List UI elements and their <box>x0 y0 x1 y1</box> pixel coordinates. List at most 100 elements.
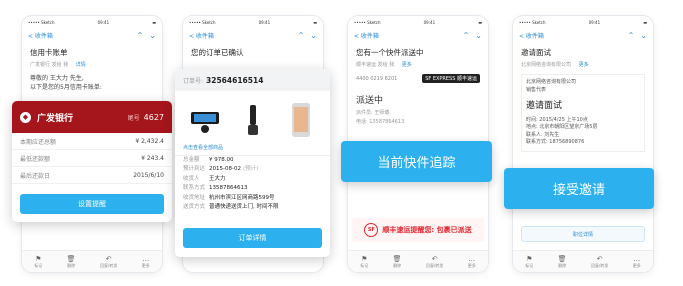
battery-icon: ▬ <box>152 19 156 25</box>
status-bar: ••••• Sketch 09:41 ▬ <box>354 19 482 25</box>
product-car-mount-image[interactable] <box>185 101 224 139</box>
back-to-inbox-button[interactable]: < 收件箱 <box>354 31 379 40</box>
tail-label: 尾号 <box>127 114 140 122</box>
track-express-button[interactable]: 当前快件追踪 <box>341 141 492 182</box>
delivery-status: 派送中 <box>356 96 384 106</box>
flag-icon: ⚑ <box>526 254 533 263</box>
trash-icon: 🗑 <box>392 254 402 263</box>
more-icon: … <box>468 254 476 263</box>
back-to-inbox-button[interactable]: < 收件箱 <box>28 31 53 40</box>
contact-person: 联系人: 刘先生 <box>526 131 560 138</box>
email-meta: 北京网络咨询有限公司 更多 <box>521 62 589 68</box>
courier-name: 派件员: 王师傅 <box>356 110 390 116</box>
sender: 广发银行 <box>30 62 51 68</box>
nav-bar: < 收件箱 ⌃ ⌄ <box>22 27 162 43</box>
order-field-arrival: 预计到达 2015-08-02 (预计) <box>183 166 259 173</box>
chevron-up-icon[interactable]: ⌃ <box>463 31 470 40</box>
chevron-down-icon[interactable]: ⌄ <box>149 31 156 40</box>
chevron-up-icon[interactable]: ⌃ <box>137 31 144 40</box>
tab-flag[interactable]: ⚑ 标记 <box>34 255 42 269</box>
carrier: ••••• Sketch <box>28 19 55 25</box>
email-meta: 广发银行 发给 我 详情 <box>22 58 162 68</box>
tab-more[interactable]: … 更多 <box>468 255 476 269</box>
trash-icon: 🗑 <box>557 254 567 263</box>
battery-icon: ▬ <box>643 19 647 25</box>
product-thumbnails <box>175 91 330 139</box>
tab-reply[interactable]: ↶ 回复/转发 <box>591 255 608 269</box>
screenshot-stage: ••••• Sketch 09:41 ▬ < 收件箱 ⌃ ⌄ 信用卡账单 广发银… <box>0 0 683 286</box>
view-all-items-link[interactable]: 点击查看全部商品 <box>175 139 330 156</box>
tab-reply[interactable]: ↶ 回复/转发 <box>100 255 117 269</box>
invitation-letter: 北京网络咨询有限公司 销售代表 邀请面试 时间: 2015/4/25 上午10点… <box>521 74 645 152</box>
tab-more[interactable]: … 更多 <box>142 255 150 269</box>
contact-phone: 联系方式: 18756890876 <box>526 139 585 145</box>
order-detail-button[interactable]: 订单详情 <box>183 228 322 248</box>
tab-bar: ⚑ 标记 🗑 删除 ↶ 回复/转发 … 更多 <box>348 250 488 272</box>
chevron-down-icon[interactable]: ⌄ <box>640 31 647 40</box>
job-detail-button[interactable]: 职位详情 <box>521 226 645 242</box>
more-link[interactable]: 更多 <box>402 62 412 68</box>
promo-banner[interactable]: SF 顺丰速运提醒您: 包裹已派送 <box>352 218 484 242</box>
tab-flag[interactable]: ⚑ 标记 <box>525 255 533 269</box>
bank-bill-card: ◆ 广发银行 尾号 4627 本期应还总额 ¥ 2,432.4 最低还款额 ¥ … <box>12 101 172 222</box>
more-icon: … <box>633 254 641 263</box>
intro: 以下是您的5月信用卡账单: <box>30 84 102 91</box>
flag-icon: ⚑ <box>361 254 368 263</box>
tab-reply[interactable]: ↶ 回复/转发 <box>426 255 443 269</box>
order-label: 订单号: <box>183 77 204 85</box>
tab-delete[interactable]: 🗑 删除 <box>393 255 402 269</box>
reply-icon: ↶ <box>596 254 603 263</box>
tab-delete[interactable]: 🗑 删除 <box>558 255 567 269</box>
product-phone-image[interactable] <box>281 101 320 139</box>
email-subject: 邀请面试 <box>521 48 551 57</box>
order-field-receiver: 收货人 王大力 <box>183 175 226 182</box>
chevron-up-icon[interactable]: ⌃ <box>298 31 305 40</box>
trash-icon: 🗑 <box>66 254 76 263</box>
battery-icon: ▬ <box>478 19 482 25</box>
battery-icon: ▬ <box>313 19 317 25</box>
tab-more[interactable]: … 更多 <box>633 255 641 269</box>
product-tripod-image[interactable] <box>233 101 272 139</box>
order-field-shipping: 送货方式 普通快递送货上门, 时间不限 <box>183 204 279 211</box>
set-reminder-button[interactable]: 设置提醒 <box>20 194 164 214</box>
status-bar: ••••• Sketch 09:41 ▬ <box>22 17 162 27</box>
reply-icon: ↶ <box>431 254 438 263</box>
order-number: 32564616514 <box>206 75 264 85</box>
chevron-down-icon[interactable]: ⌄ <box>475 31 482 40</box>
detail-link[interactable]: 详情 <box>76 62 86 68</box>
email-subject: 信用卡账单 <box>30 48 68 57</box>
status-bar: ••••• Sketch 09:41 ▬ <box>519 19 647 25</box>
order-card: 订单号: 32564616514 点击查看全部商品 总金额 ¥ 978.00 预计… <box>175 69 330 257</box>
interview-time: 时间: 2015/4/25 上午10点 <box>526 116 588 123</box>
email-subject: 您有一个快件派送中 <box>356 48 424 57</box>
bank-name: 广发银行 <box>37 113 74 124</box>
letter-heading: 邀请面试 <box>526 101 563 111</box>
bank-logo-icon: ◆ <box>20 111 31 123</box>
sf-express-logo: SF EXPRESS 顺丰速运 <box>422 74 480 83</box>
interview-place: 地点: 北京市朝阳区望京广场5层 <box>526 124 598 130</box>
recipient-line: 发给 我 <box>51 62 69 68</box>
clock: 09:41 <box>97 19 110 25</box>
accept-invite-button[interactable]: 接受邀请 <box>504 168 654 209</box>
job-role: 销售代表 <box>526 86 547 93</box>
chevron-down-icon[interactable]: ⌄ <box>310 31 317 40</box>
more-link[interactable]: 更多 <box>579 62 589 68</box>
sf-logo-icon: SF <box>364 223 379 237</box>
tab-flag[interactable]: ⚑ 标记 <box>360 255 368 269</box>
courier-phone: 电话: 13587864613 <box>356 119 405 125</box>
back-to-inbox-button[interactable]: < 收件箱 <box>189 31 214 40</box>
nav-bar: < 收件箱 ⌃ ⌄ <box>513 27 653 43</box>
tab-bar: ⚑ 标记 🗑 删除 ↶ 回复/转发 … 更多 <box>513 250 653 272</box>
tail-number: 4627 <box>143 112 164 122</box>
back-to-inbox-button[interactable]: < 收件箱 <box>519 31 544 40</box>
bank-card-header: ◆ 广发银行 尾号 4627 <box>12 101 172 133</box>
chevron-up-icon[interactable]: ⌃ <box>628 31 635 40</box>
bill-row-total: 本期应还总额 ¥ 2,432.4 <box>12 133 172 150</box>
tracking-number: 4400 0219 8201 <box>356 75 398 82</box>
tab-delete[interactable]: 🗑 删除 <box>67 255 76 269</box>
tab-bar: ⚑ 标记 🗑 删除 ↶ 回复/转发 … 更多 <box>22 250 162 272</box>
email-meta: 顺丰速运 发给 我 更多 <box>356 62 412 68</box>
nav-bar: < 收件箱 ⌃ ⌄ <box>348 27 488 43</box>
nav-bar: < 收件箱 ⌃ ⌄ <box>183 27 323 43</box>
order-number-row: 订单号: 32564616514 <box>175 69 330 91</box>
